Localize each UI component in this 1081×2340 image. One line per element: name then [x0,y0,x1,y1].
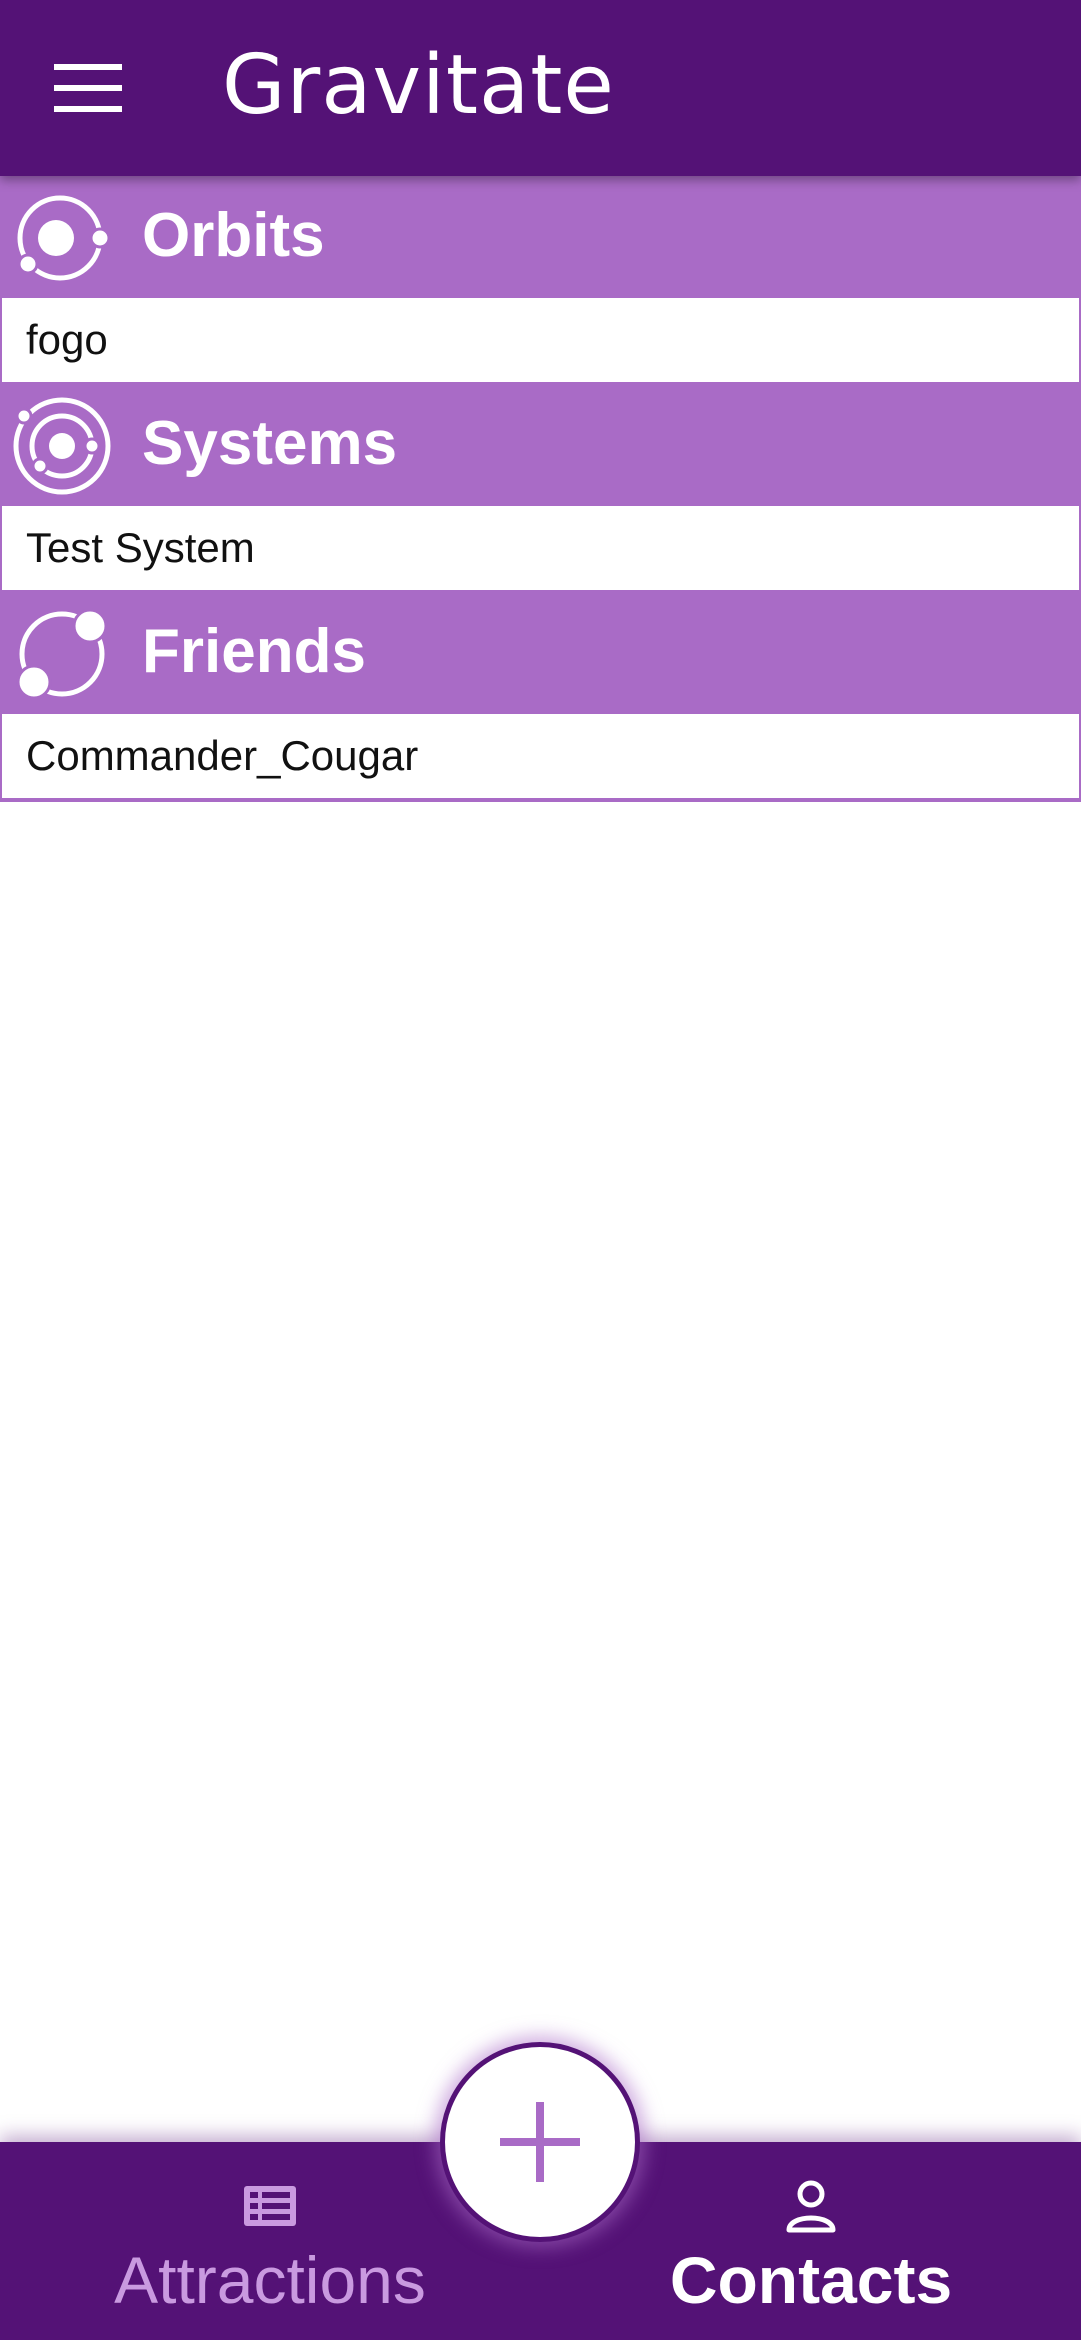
list-item-label: Test System [26,524,255,571]
list-icon [244,2186,296,2226]
list-item-orbit[interactable]: fogo [2,296,1079,384]
plus-icon [500,2102,580,2182]
section-title-systems: Systems [142,409,398,478]
friends-icon [16,608,108,700]
section-title-orbits: Orbits [142,201,325,270]
list-item-friend[interactable]: Commander_Cougar [2,712,1079,800]
add-button[interactable] [440,2042,640,2242]
list-item-system[interactable]: Test System [2,504,1079,592]
menu-button[interactable] [40,48,136,128]
nav-tab-attractions[interactable]: Attractions [60,2142,480,2340]
section-header-systems: Systems [2,384,1079,504]
section-header-orbits: Orbits [2,176,1079,296]
nav-label-attractions: Attractions [114,2243,426,2317]
app-screen: Gravitate Orbits fogo Systems Test Syste… [0,0,1081,2340]
section-header-friends: Friends [2,592,1079,712]
top-app-bar: Gravitate [0,0,1081,176]
system-icon [13,397,111,495]
contacts-list: Orbits fogo Systems Test System Friends … [0,176,1081,802]
person-icon [786,2180,836,2233]
list-item-label: fogo [26,316,108,363]
section-title-friends: Friends [142,617,366,686]
nav-tab-contacts[interactable]: Contacts [601,2142,1021,2340]
orbit-icon [17,195,111,281]
app-title: Gravitate [222,38,615,133]
list-item-label: Commander_Cougar [26,732,419,779]
nav-label-contacts: Contacts [669,2243,953,2317]
hamburger-menu-icon [54,64,122,112]
